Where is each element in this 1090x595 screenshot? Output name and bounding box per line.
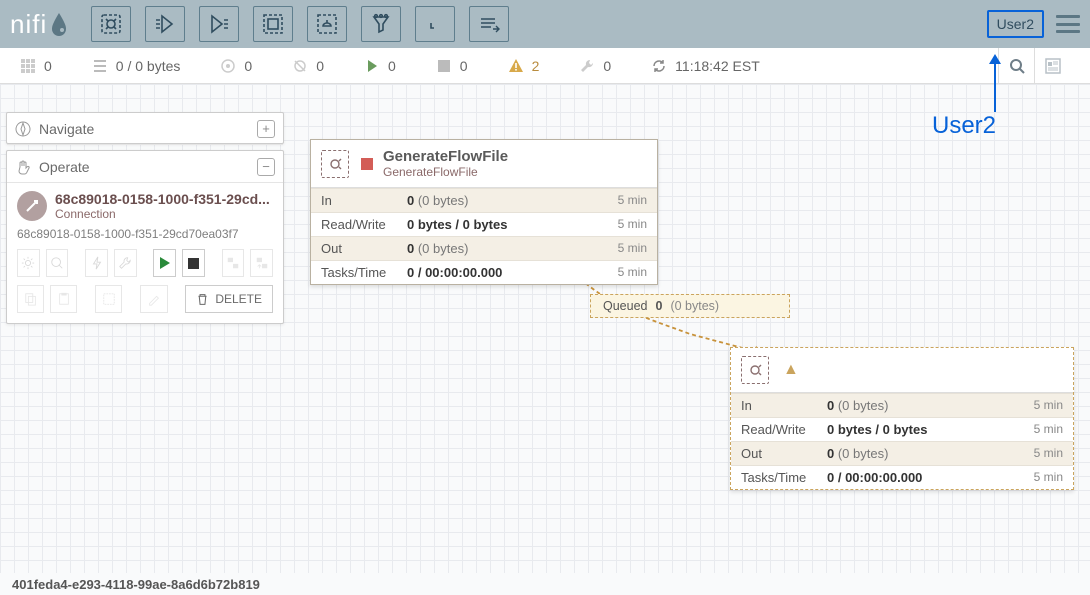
invalid-stat: 2 [508, 58, 540, 74]
collapse-operate-button[interactable]: − [257, 158, 275, 176]
expand-navigate-button[interactable]: + [257, 120, 275, 138]
trash-icon [196, 293, 209, 306]
current-user[interactable]: User2 [987, 10, 1044, 38]
nifi-logo: nifi [10, 9, 69, 40]
status-bar: 0 0 / 0 bytes 0 0 0 0 2 0 11:18:42 EST [0, 48, 1090, 84]
add-output-port-button[interactable] [199, 6, 239, 42]
hand-icon [15, 159, 31, 175]
add-funnel-button[interactable] [361, 6, 401, 42]
navigate-panel: Navigate + [6, 112, 284, 144]
connection-label[interactable]: Queued 0 (0 bytes) [590, 294, 790, 318]
grid-icon [20, 58, 36, 74]
stat-row: Read/Write0 bytes / 0 bytes5 min [731, 417, 1073, 441]
processor-generateflowfile[interactable]: GenerateFlowFile GenerateFlowFile In0 (0… [310, 139, 658, 285]
stat-row: Out0 (0 bytes)5 min [311, 236, 657, 260]
wrench-icon [579, 58, 595, 74]
stat-row: Out0 (0 bytes)5 min [731, 441, 1073, 465]
add-label-button[interactable] [469, 6, 509, 42]
refresh-time: 11:18:42 EST [651, 58, 760, 74]
delete-button[interactable]: DELETE [185, 285, 273, 313]
connection-icon [17, 191, 47, 221]
bulletin-button[interactable] [1034, 48, 1070, 84]
processor-stats: In0 (0 bytes)5 minRead/Write0 bytes / 0 … [731, 392, 1073, 489]
processor-unnamed[interactable]: ▲ In0 (0 bytes)5 minRead/Write0 bytes / … [730, 347, 1074, 490]
processor-title: GenerateFlowFile [383, 148, 508, 165]
compass-icon [15, 121, 31, 137]
add-remote-process-group-button[interactable] [307, 6, 347, 42]
operate-panel: Operate − 68c89018-0158-1000-f351-29cd..… [6, 150, 284, 324]
remote-in-stat: 0 [220, 58, 252, 74]
add-processor-button[interactable] [91, 6, 131, 42]
operate-title: Operate [39, 159, 90, 175]
search-button[interactable] [998, 48, 1034, 84]
menu-button[interactable] [1056, 15, 1080, 33]
top-toolbar: nifi User2 [0, 0, 1090, 48]
threads-stat: 0 [20, 58, 52, 74]
disabled-stat: 0 [579, 58, 611, 74]
flow-canvas[interactable]: Navigate + Operate − 68c89018-0158-1000-… [0, 84, 1090, 573]
stopped-status-icon [361, 158, 373, 170]
processor-type: GenerateFlowFile [383, 165, 508, 179]
warning-icon [508, 58, 524, 74]
processor-icon [741, 356, 769, 384]
remote-out-stat: 0 [292, 58, 324, 74]
root-group-id[interactable]: 401feda4-e293-4118-99ae-8a6d6b72b819 [12, 577, 260, 592]
enable-button [46, 249, 69, 277]
flash-button [85, 249, 108, 277]
add-process-group-button[interactable] [253, 6, 293, 42]
upload-template-button [250, 249, 273, 277]
queued-stat: 0 / 0 bytes [92, 58, 181, 74]
color-button [140, 285, 167, 313]
copy-button [17, 285, 44, 313]
list-icon [92, 58, 108, 74]
operate-id: 68c89018-0158-1000-f351-29cd70ea03f7 [17, 227, 273, 241]
processor-icon [321, 150, 349, 178]
annotation-text: User2 [932, 112, 996, 140]
stopped-stat: 0 [436, 58, 468, 74]
annotation-arrow-line [994, 62, 996, 112]
stat-row: Read/Write0 bytes / 0 bytes5 min [311, 212, 657, 236]
stat-row: In0 (0 bytes)5 min [731, 393, 1073, 417]
template-button [222, 249, 245, 277]
breadcrumb-footer: 401feda4-e293-4118-99ae-8a6d6b72b819 [0, 573, 1090, 595]
stop-icon [436, 58, 452, 74]
stop-button[interactable] [182, 249, 205, 277]
processor-stats: In0 (0 bytes)5 minRead/Write0 bytes / 0 … [311, 187, 657, 284]
disable-button [114, 249, 137, 277]
configure-button [17, 249, 40, 277]
running-stat: 0 [364, 58, 396, 74]
stat-row: In0 (0 bytes)5 min [311, 188, 657, 212]
stat-row: Tasks/Time0 / 00:00:00.0005 min [731, 465, 1073, 489]
group-button [95, 285, 122, 313]
add-template-button[interactable] [415, 6, 455, 42]
navigate-title: Navigate [39, 121, 94, 137]
target-icon [220, 58, 236, 74]
status-right-actions [998, 48, 1070, 83]
transmit-icon [292, 58, 308, 74]
stat-row: Tasks/Time0 / 00:00:00.0005 min [311, 260, 657, 284]
paste-button [50, 285, 77, 313]
operate-type: Connection [55, 207, 270, 221]
add-input-port-button[interactable] [145, 6, 185, 42]
refresh-icon [651, 58, 667, 74]
drop-icon [49, 11, 69, 37]
warning-icon: ▲ [783, 361, 799, 379]
operate-name: 68c89018-0158-1000-f351-29cd... [55, 191, 270, 207]
start-button[interactable] [153, 249, 176, 277]
play-icon [364, 58, 380, 74]
